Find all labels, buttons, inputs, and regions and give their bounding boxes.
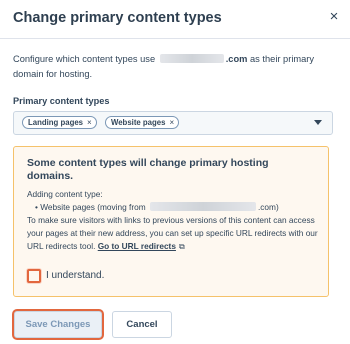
domain-suffix: .com [225, 54, 248, 64]
bullet-suffix: .com) [257, 202, 279, 212]
primary-content-types-label: Primary content types [13, 96, 110, 106]
tag-website-pages: Website pages × [105, 116, 180, 129]
redacted-domain [149, 202, 256, 211]
warning-alert: Some content types will change primary h… [13, 146, 329, 297]
understand-label: I understand. [46, 270, 105, 281]
bullet-text: • Website pages (moving from [35, 202, 148, 212]
primary-content-types-select[interactable]: Landing pages × Website pages × [13, 111, 333, 135]
understand-checkbox[interactable] [27, 269, 41, 283]
modal-header: Change primary content types × [0, 0, 350, 39]
alert-title: Some content types will change primary h… [27, 157, 269, 182]
remove-tag-icon[interactable]: × [87, 118, 92, 127]
alert-paragraph: To make sure visitors with links to prev… [27, 214, 323, 253]
chevron-down-icon[interactable] [314, 120, 322, 125]
remove-tag-icon[interactable]: × [169, 118, 174, 127]
redacted-domain [159, 54, 224, 63]
modal-title: Change primary content types [13, 10, 222, 26]
adding-label: Adding content type: [27, 189, 103, 199]
external-link-icon[interactable]: ⧉ [179, 242, 185, 251]
description-text-start: Configure which content types use [13, 54, 158, 64]
tag-label: Landing pages [28, 118, 84, 127]
save-changes-button[interactable]: Save Changes [14, 311, 102, 338]
tag-landing-pages: Landing pages × [22, 116, 97, 129]
url-redirects-link[interactable]: Go to URL redirects [98, 241, 176, 251]
cancel-button[interactable]: Cancel [112, 311, 172, 338]
tag-label: Website pages [111, 118, 166, 127]
close-icon[interactable]: × [326, 9, 342, 25]
alert-body: Adding content type: • Website pages (mo… [27, 188, 323, 253]
bullet-item: • Website pages (moving from .com) [27, 201, 323, 214]
modal-description: Configure which content types use .com a… [13, 52, 333, 82]
